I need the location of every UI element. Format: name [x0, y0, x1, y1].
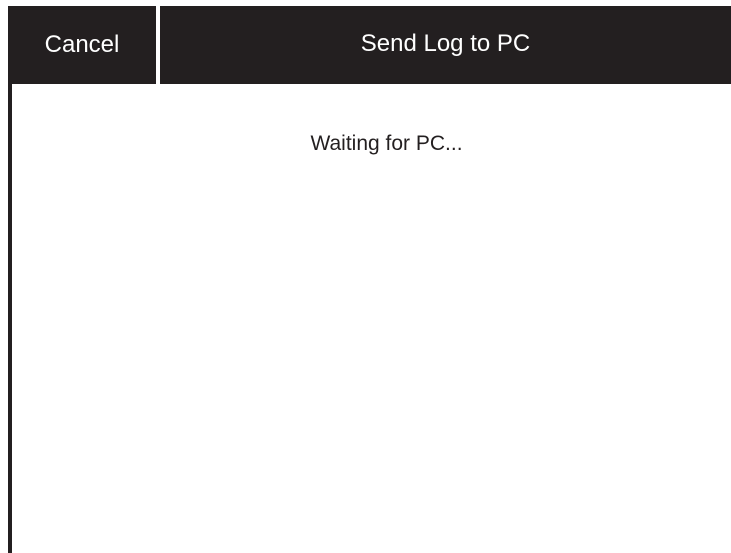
status-message: Waiting for PC...: [310, 132, 463, 155]
content-area: Waiting for PC...: [12, 84, 731, 553]
page-title: Send Log to PC: [360, 30, 531, 57]
send-log-screen: Cancel Send Log to PC Waiting for PC...: [0, 0, 731, 553]
title-bar: Cancel Send Log to PC: [8, 6, 731, 84]
cancel-button[interactable]: Cancel: [8, 6, 156, 84]
